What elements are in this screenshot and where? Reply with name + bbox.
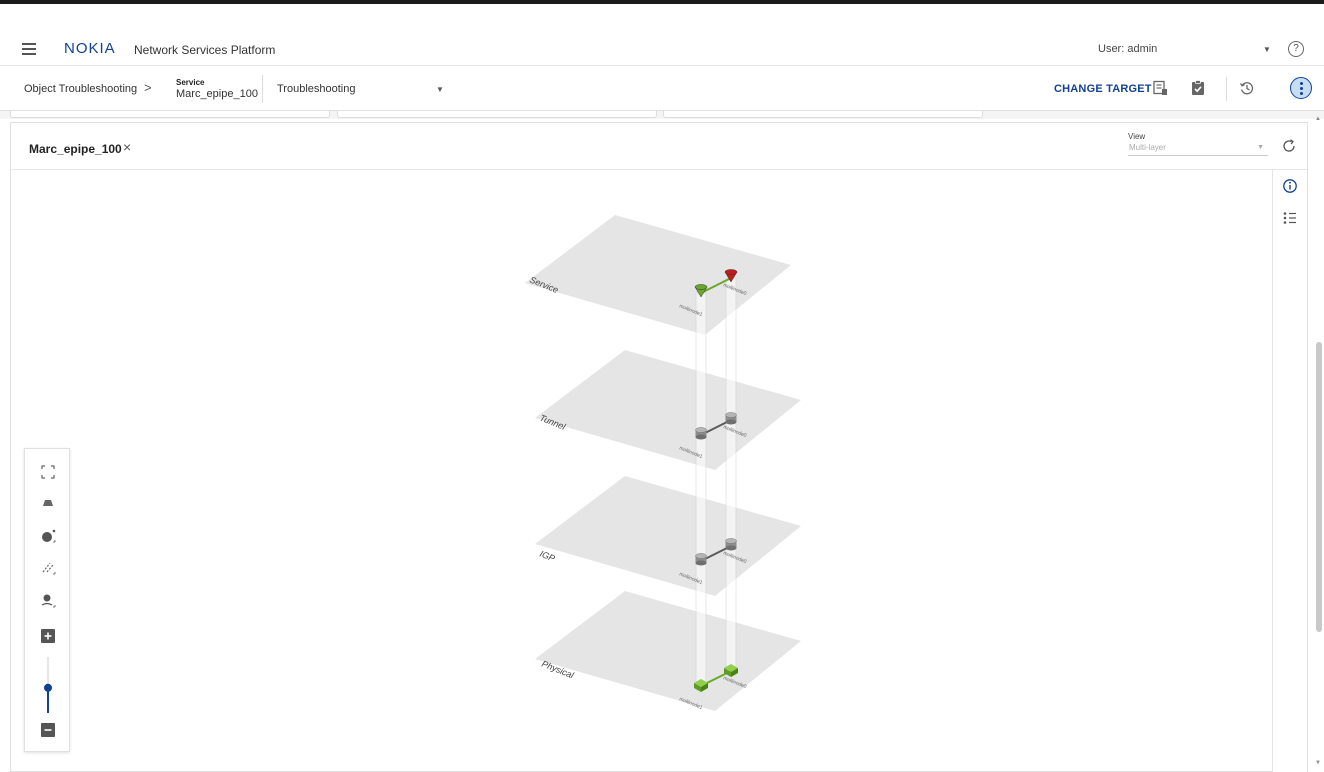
service-type-label: Service [176, 78, 205, 87]
perspective-icon[interactable] [39, 494, 57, 512]
change-target-button[interactable]: CHANGE TARGET [1054, 83, 1152, 95]
node-size-icon[interactable] [39, 527, 57, 545]
toolbar-divider [262, 75, 263, 103]
breadcrumb-chevron-icon: > [144, 80, 152, 95]
help-icon[interactable]: ? [1288, 41, 1304, 57]
report-icon[interactable] [1152, 80, 1168, 96]
card-stub [10, 111, 330, 118]
layer-planes: ServiceTunnelIGPPhysical [525, 215, 801, 711]
link-style-icon[interactable] [39, 559, 57, 577]
breadcrumb-object-troubleshooting[interactable]: Object Troubleshooting [24, 83, 137, 95]
router-base [695, 434, 707, 440]
page-scrollbar[interactable]: ▲ ▼ [1314, 112, 1324, 772]
layer-plane-service [525, 215, 791, 335]
view-dropdown-icon: ▼ [1257, 144, 1264, 151]
user-dropdown-icon[interactable]: ▼ [1263, 45, 1271, 54]
more-options-button[interactable] [1290, 77, 1312, 99]
router-top [695, 553, 707, 559]
router-top [725, 538, 737, 544]
map-controls [24, 448, 70, 752]
close-tab-icon[interactable]: × [123, 139, 131, 155]
info-icon[interactable] [1282, 178, 1298, 194]
topology-panel: Marc_epipe_100 × View Multi-layer ▼ Serv… [10, 122, 1308, 772]
zoom-in-icon[interactable] [39, 627, 57, 645]
layer-plane-physical [535, 591, 801, 711]
topology-tab-title: Marc_epipe_100 [29, 142, 122, 156]
nokia-logo: NOKIA [64, 40, 116, 57]
layer-plane-tunnel [535, 350, 801, 470]
view-select[interactable]: Multi-layer ▼ [1128, 140, 1268, 156]
view-select-value: Multi-layer [1129, 143, 1166, 152]
vertical-stack-link [695, 292, 707, 687]
router-top [695, 427, 707, 433]
multi-layer-topology-canvas[interactable]: ServiceTunnelIGPPhysicalmultinode1multin… [11, 170, 1271, 772]
router-base [725, 419, 737, 425]
refresh-icon[interactable] [1281, 138, 1297, 154]
scroll-down-icon[interactable]: ▼ [1315, 760, 1321, 766]
zoom-slider-handle[interactable] [44, 683, 52, 692]
scroll-up-icon[interactable]: ▲ [1315, 116, 1321, 122]
hamburger-menu-icon[interactable] [22, 43, 36, 55]
mode-dropdown-icon[interactable]: ▼ [436, 85, 444, 94]
label-pin-icon[interactable] [39, 592, 57, 610]
zoom-out-icon[interactable] [39, 721, 57, 739]
user-label: User: admin [1098, 43, 1158, 55]
vertical-stack-link [725, 277, 737, 672]
layer-plane-igp [535, 476, 801, 596]
router-top [725, 412, 737, 418]
clipboard-check-icon[interactable] [1190, 80, 1206, 96]
service-endpoint-top [724, 269, 738, 275]
app-header: NOKIA Network Services Platform User: ad… [0, 34, 1324, 66]
card-stub [337, 111, 657, 118]
router-base [695, 560, 707, 566]
legend-list-icon[interactable] [1282, 210, 1298, 226]
toolbar-divider [1226, 77, 1227, 101]
app-title: Network Services Platform [134, 43, 276, 57]
service-endpoint-top [694, 284, 708, 290]
card-stub [663, 111, 983, 118]
mode-selector-label[interactable]: Troubleshooting [277, 83, 355, 95]
fit-screen-icon[interactable] [39, 463, 57, 481]
router-base [725, 545, 737, 551]
side-rail [1272, 170, 1307, 772]
zoom-slider[interactable] [39, 655, 57, 715]
history-icon[interactable] [1239, 80, 1255, 96]
collapsed-cards [0, 111, 1324, 119]
service-name: Marc_epipe_100 [176, 88, 258, 100]
window-top-border [0, 0, 1324, 4]
scrollbar-thumb[interactable] [1316, 342, 1322, 632]
context-toolbar: Object Troubleshooting > Service Marc_ep… [0, 67, 1324, 111]
layer-label-igp: IGP [538, 549, 556, 564]
